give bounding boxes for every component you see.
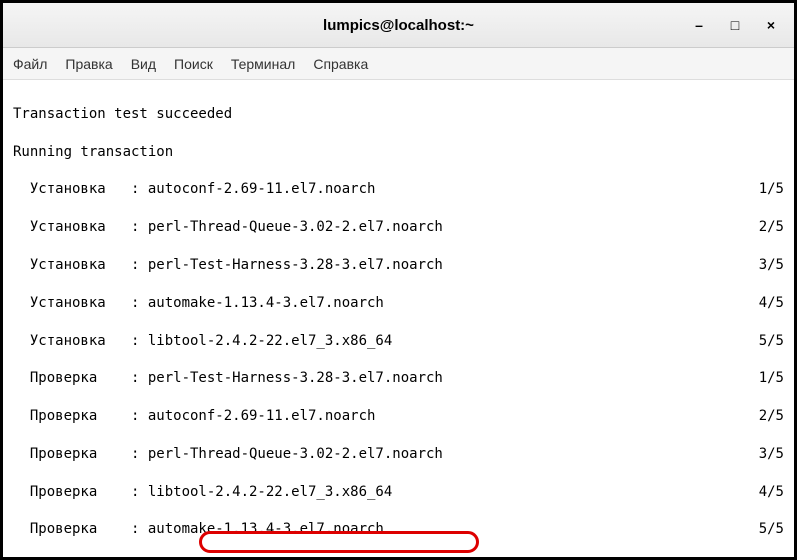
install-row: Установка : automake-1.13.4-3.el7.noarch… xyxy=(13,294,784,313)
pkg-right: 3/5 xyxy=(759,445,784,464)
check-row: Проверка : perl-Test-Harness-3.28-3.el7.… xyxy=(13,369,784,388)
pkg-right: 1/5 xyxy=(759,180,784,199)
check-row: Проверка : perl-Thread-Queue-3.02-2.el7.… xyxy=(13,445,784,464)
pkg-right: 1/5 xyxy=(759,369,784,388)
pkg-left: Проверка : libtool-2.4.2-22.el7_3.x86_64 xyxy=(13,483,392,502)
pkg-left: Установка : perl-Test-Harness-3.28-3.el7… xyxy=(13,256,443,275)
pkg-left: Проверка : perl-Test-Harness-3.28-3.el7.… xyxy=(13,369,443,388)
window-controls: – □ × xyxy=(691,17,779,33)
pkg-right: 5/5 xyxy=(759,332,784,351)
pkg-left: Проверка : automake-1.13.4-3.el7.noarch xyxy=(13,520,384,539)
maximize-button[interactable]: □ xyxy=(727,17,743,33)
pkg-right: 2/5 xyxy=(759,407,784,426)
pkg-left: Установка : perl-Thread-Queue-3.02-2.el7… xyxy=(13,218,443,237)
minimize-button[interactable]: – xyxy=(691,17,707,33)
menubar: Файл Правка Вид Поиск Терминал Справка xyxy=(3,48,794,80)
check-row: Проверка : automake-1.13.4-3.el7.noarch 5… xyxy=(13,520,784,539)
pkg-left: Установка : libtool-2.4.2-22.el7_3.x86_6… xyxy=(13,332,392,351)
pkg-right: 4/5 xyxy=(759,294,784,313)
menu-file[interactable]: Файл xyxy=(13,56,47,72)
pkg-left: Установка : automake-1.13.4-3.el7.noarch xyxy=(13,294,384,313)
titlebar: lumpics@localhost:~ – □ × xyxy=(3,3,794,48)
menu-terminal[interactable]: Терминал xyxy=(231,56,295,72)
pkg-left: Проверка : perl-Thread-Queue-3.02-2.el7.… xyxy=(13,445,443,464)
pkg-right: 5/5 xyxy=(759,520,784,539)
pkg-left: Установка : autoconf-2.69-11.el7.noarch xyxy=(13,180,375,199)
menu-edit[interactable]: Правка xyxy=(65,56,112,72)
check-row: Проверка : autoconf-2.69-11.el7.noarch 2/… xyxy=(13,407,784,426)
close-button[interactable]: × xyxy=(763,17,779,33)
window-title: lumpics@localhost:~ xyxy=(323,17,474,34)
terminal-window: lumpics@localhost:~ – □ × Файл Правка Ви… xyxy=(3,3,794,557)
pkg-right: 2/5 xyxy=(759,218,784,237)
check-row: Проверка : libtool-2.4.2-22.el7_3.x86_64… xyxy=(13,483,784,502)
menu-search[interactable]: Поиск xyxy=(174,56,213,72)
install-row: Установка : autoconf-2.69-11.el7.noarch 1… xyxy=(13,180,784,199)
pkg-left: Проверка : autoconf-2.69-11.el7.noarch xyxy=(13,407,375,426)
pkg-right: 4/5 xyxy=(759,483,784,502)
output-line: Running transaction xyxy=(13,143,784,162)
menu-view[interactable]: Вид xyxy=(131,56,156,72)
install-row: Установка : perl-Thread-Queue-3.02-2.el7… xyxy=(13,218,784,237)
output-line: Transaction test succeeded xyxy=(13,105,784,124)
pkg-right: 3/5 xyxy=(759,256,784,275)
terminal-output[interactable]: Transaction test succeeded Running trans… xyxy=(3,80,794,557)
install-row: Установка : perl-Test-Harness-3.28-3.el7… xyxy=(13,256,784,275)
install-row: Установка : libtool-2.4.2-22.el7_3.x86_6… xyxy=(13,332,784,351)
menu-help[interactable]: Справка xyxy=(313,56,368,72)
